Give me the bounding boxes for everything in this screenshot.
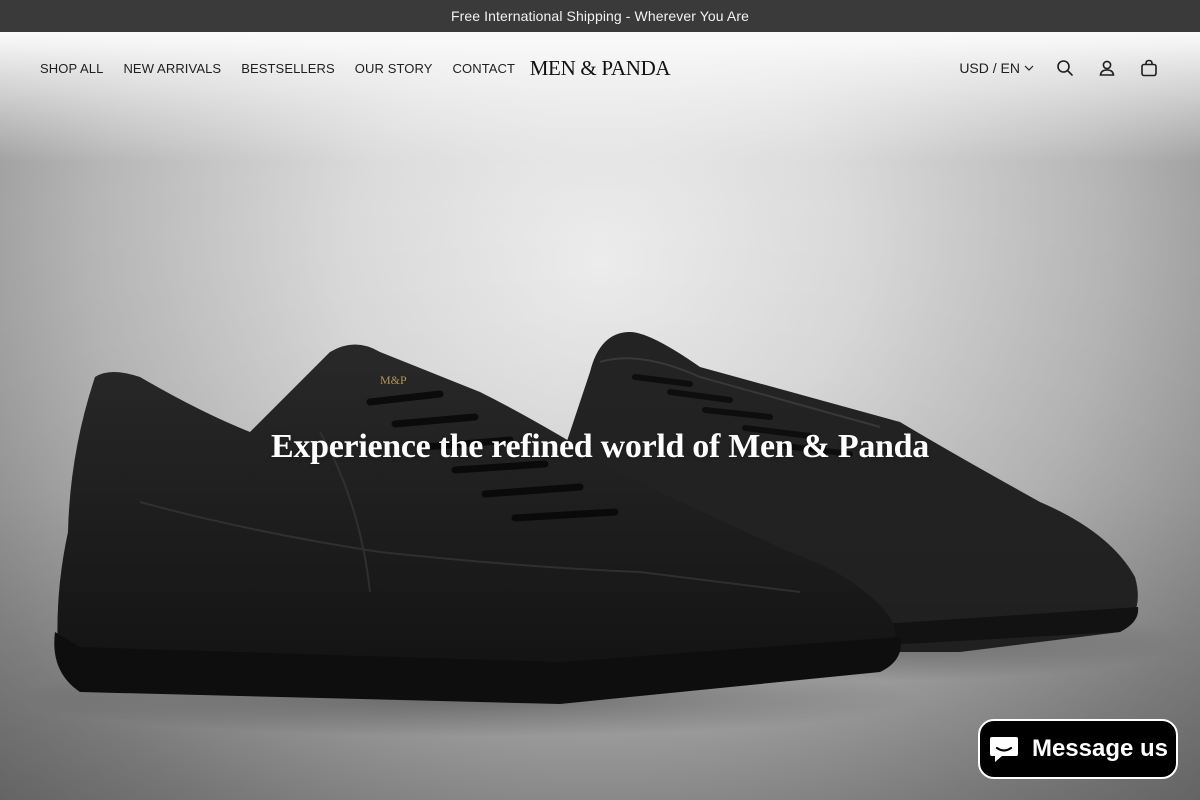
- nav-bestsellers[interactable]: BESTSELLERS: [241, 61, 335, 76]
- hero-heading: Experience the refined world of Men & Pa…: [271, 428, 929, 465]
- nav-our-story[interactable]: OUR STORY: [355, 61, 433, 76]
- chevron-down-icon: [1024, 65, 1034, 71]
- hero-overlay: [0, 32, 1200, 800]
- announcement-bar: Free International Shipping - Wherever Y…: [0, 0, 1200, 32]
- account-icon[interactable]: [1096, 57, 1118, 79]
- chat-bubble-icon: [989, 737, 1018, 762]
- main-nav: SHOP ALL NEW ARRIVALS BESTSELLERS OUR ST…: [40, 32, 515, 104]
- cart-icon[interactable]: [1138, 57, 1160, 79]
- nav-shop-all[interactable]: SHOP ALL: [40, 61, 103, 76]
- site-header: SHOP ALL NEW ARRIVALS BESTSELLERS OUR ST…: [0, 32, 1200, 104]
- currency-language-selector[interactable]: USD / EN: [959, 60, 1034, 76]
- nav-new-arrivals[interactable]: NEW ARRIVALS: [123, 61, 221, 76]
- message-us-label: Message us: [1031, 735, 1169, 762]
- hero-banner[interactable]: M&P: [0, 32, 1200, 800]
- header-actions: USD / EN: [959, 32, 1160, 104]
- announcement-text: Free International Shipping - Wherever Y…: [451, 8, 749, 24]
- search-icon[interactable]: [1054, 57, 1076, 79]
- locale-label: USD / EN: [959, 60, 1020, 76]
- site-logo[interactable]: MEN & PANDA: [500, 32, 700, 104]
- message-us-button[interactable]: Message us: [978, 719, 1178, 779]
